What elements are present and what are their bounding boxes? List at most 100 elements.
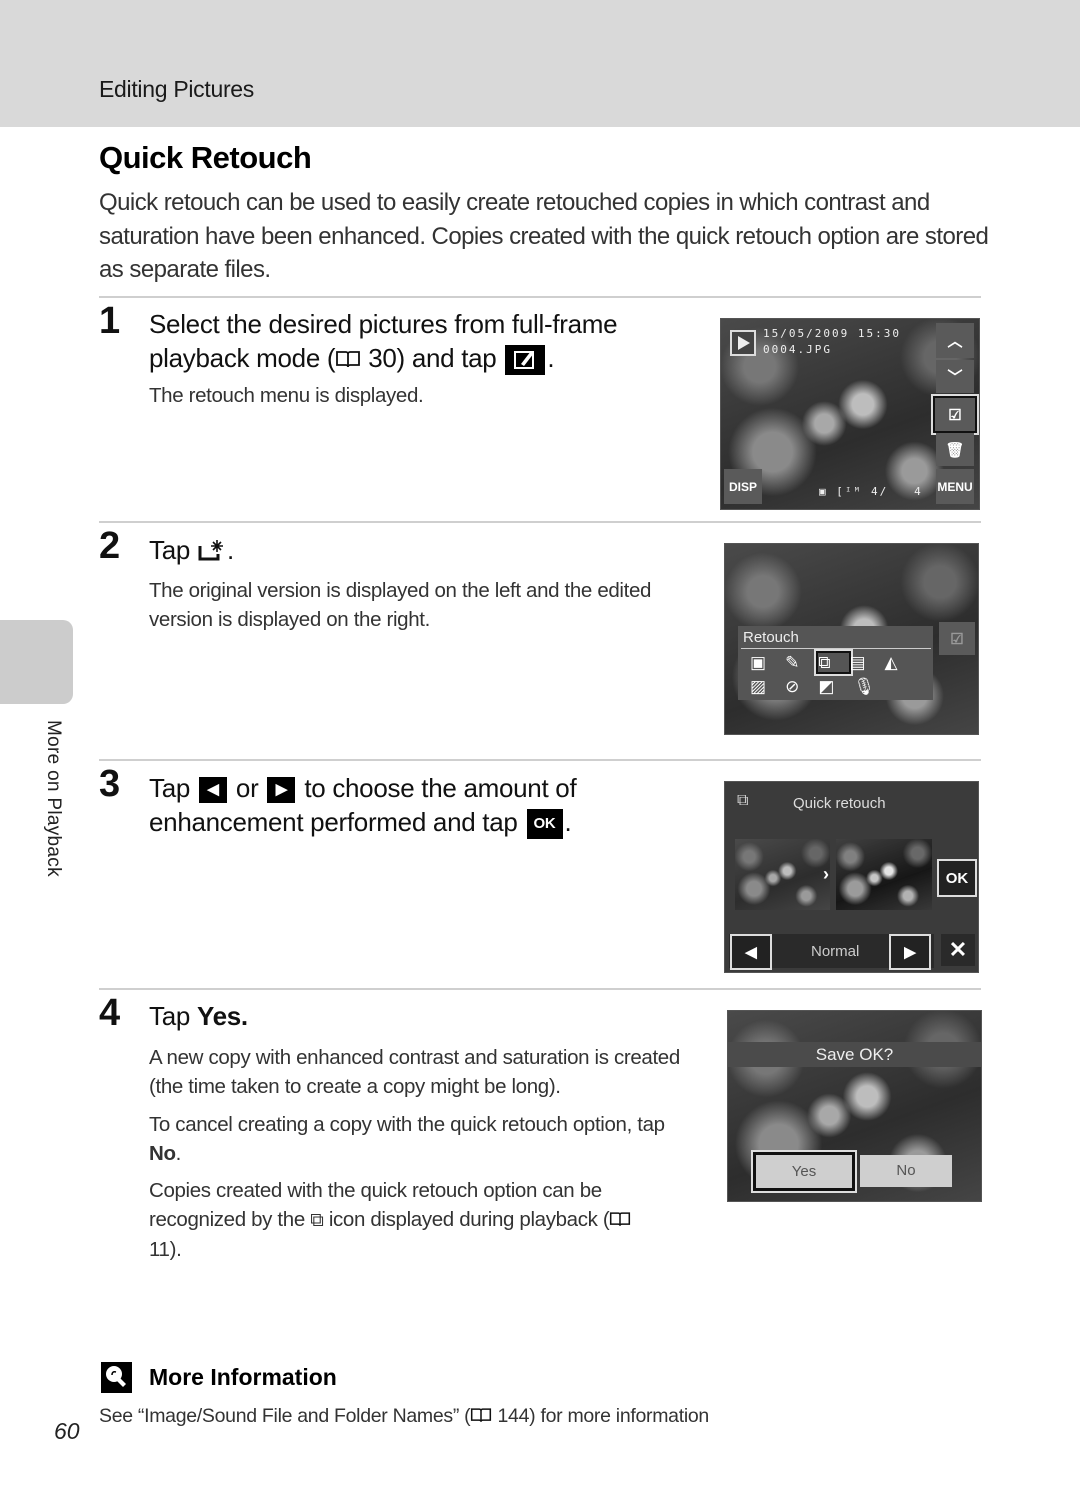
step-1-body: The retouch menu is displayed. — [149, 384, 424, 407]
side-tab-label: More on Playback — [43, 720, 64, 877]
step-4-number: 4 — [99, 992, 121, 1034]
body-text: ). — [169, 1238, 182, 1261]
right-arrow-icon: ▶ — [267, 777, 296, 804]
down-arrow-button[interactable]: ﹀ — [936, 360, 974, 393]
disp-button[interactable]: DISP — [724, 469, 762, 504]
more-info-title: More Information — [149, 1364, 337, 1390]
up-arrow-icon: ︿ — [947, 333, 963, 350]
step-2-body: The original version is displayed on the… — [149, 579, 652, 631]
close-button[interactable]: ✕ — [941, 934, 975, 966]
retouch-row-2: ▨⊘◩🎙 — [750, 677, 894, 697]
enhancement-level: Normal — [811, 943, 860, 960]
page-title: Quick Retouch — [99, 140, 312, 175]
increase-button[interactable]: ▶ — [889, 934, 931, 970]
quick-retouch-icon[interactable]: ⧉ — [816, 651, 852, 674]
crop-small-icon[interactable]: ◩ — [818, 677, 853, 696]
close-icon: ✕ — [948, 937, 968, 962]
step-1-number: 1 — [99, 300, 121, 342]
step-3-title: Tap ◀ or ▶ to choose the amount of enhan… — [149, 771, 689, 840]
book-reference-icon — [471, 1408, 492, 1422]
more-info-text-b: ) for more information — [529, 1405, 709, 1427]
step-3-title-or: or — [235, 773, 259, 803]
page-reference: 144 — [497, 1405, 530, 1427]
divider — [99, 988, 981, 990]
menu-button[interactable]: MENU — [936, 469, 974, 504]
up-arrow-button[interactable]: ︿ — [936, 323, 974, 358]
small-picture-icon[interactable]: ▤ — [849, 653, 884, 672]
yes-label: Yes — [196, 1001, 241, 1031]
no-label: No — [149, 1142, 176, 1165]
capture-date: 15/05/2009 15:30 — [763, 327, 901, 340]
book-reference-icon — [336, 351, 361, 368]
left-arrow-icon: ◀ — [745, 944, 757, 961]
yes-button[interactable]: Yes — [753, 1152, 855, 1191]
save-prompt: Save OK? — [728, 1042, 981, 1067]
step-2-number: 2 — [99, 525, 121, 567]
retouch-menu-title: Retouch — [743, 629, 799, 646]
step-1-title: Select the desired pictures from full-fr… — [149, 307, 689, 376]
step-4-title-text: Tap — [149, 1001, 191, 1031]
original-preview — [735, 839, 830, 910]
quick-retouch-icon — [198, 540, 223, 561]
save-confirm-screen: Save OK? Yes No — [727, 1010, 982, 1202]
right-arrow-icon: ▶ — [904, 944, 916, 961]
step-2-title: Tap . — [149, 533, 689, 567]
intro-paragraph: Quick retouch can be used to easily crea… — [99, 189, 989, 283]
retouch-tab-button[interactable]: ☑ — [939, 622, 975, 655]
more-info-text: See “Image/Sound File and Folder Names” … — [99, 1405, 709, 1428]
step-4-body-1: A new copy with enhanced contrast and sa… — [149, 1046, 680, 1098]
filter-icon[interactable]: ⊘ — [785, 677, 818, 696]
step-4-title: Tap Yes. — [149, 999, 689, 1033]
divider — [99, 521, 981, 523]
ok-icon: OK — [526, 809, 563, 840]
no-button[interactable]: No — [860, 1155, 952, 1187]
voice-memo-icon[interactable]: 🎙 — [853, 677, 894, 696]
playback-mode-icon — [730, 330, 756, 356]
divider — [99, 296, 981, 298]
step-4-title-end: . — [240, 1001, 248, 1031]
quick-retouch-screen: ⧉ Quick retouch › OK ◀ Normal ▶ ✕ — [724, 781, 979, 973]
retouch-icon: ☑ — [948, 406, 962, 424]
playback-screen: 15/05/2009 15:30 0004.JPG ︿ ﹀ ☑ 🗑 DISP M… — [720, 318, 980, 510]
delete-button[interactable]: 🗑 — [936, 433, 974, 466]
side-tab — [0, 620, 73, 704]
body-text: . — [175, 1142, 182, 1165]
retouch-menu-screen: Retouch ▣✎⧉▤◭ ▨⊘◩🎙 ☑ — [724, 543, 979, 735]
left-arrow-icon: ◀ — [198, 777, 227, 804]
page-reference: 30 — [368, 343, 397, 373]
ok-button[interactable]: OK — [937, 859, 977, 897]
book-reference-icon — [610, 1212, 631, 1226]
body-text: icon displayed during playback ( — [328, 1208, 610, 1231]
step-2-title-end: . — [226, 535, 234, 565]
quick-retouch-title: Quick retouch — [793, 795, 886, 812]
d-lighting-icon[interactable]: ▣ — [750, 653, 785, 672]
arrow-right-icon: › — [823, 864, 829, 884]
more-info-text-a: See “Image/Sound File and Folder Names” … — [99, 1405, 471, 1427]
frame-counter: 4/ 4 — [871, 485, 923, 498]
step-1-title-text-2: ) and tap — [396, 343, 497, 373]
lightbulb-icon — [101, 1362, 132, 1393]
crop-icon[interactable]: ◭ — [885, 653, 917, 672]
decrease-button[interactable]: ◀ — [730, 934, 772, 970]
page-number: 60 — [54, 1418, 80, 1444]
menu-divider — [741, 648, 931, 649]
quick-retouch-icon: ⧉ — [737, 792, 749, 809]
file-name: 0004.JPG — [763, 343, 832, 356]
step-4-body-2: To cancel creating a copy with the quick… — [149, 1110, 694, 1168]
delete-icon: 🗑 — [945, 441, 965, 459]
step-2-title-text: Tap — [149, 535, 191, 565]
retouch-icon: ☑ — [950, 630, 964, 648]
section-label: Editing Pictures — [99, 76, 254, 102]
paint-icon[interactable]: ✎ — [785, 653, 818, 672]
header-band — [0, 0, 1080, 127]
skin-softening-icon[interactable]: ▨ — [750, 677, 785, 696]
retouch-button[interactable]: ☑ — [933, 396, 977, 433]
step-3-number: 3 — [99, 763, 121, 805]
page-reference: 11 — [149, 1238, 170, 1261]
step-3-title-text: Tap — [149, 773, 191, 803]
image-quality-icon: ▣ [ᴵᴹ — [819, 485, 863, 498]
retouch-row-1: ▣✎⧉▤◭ — [750, 651, 917, 674]
down-arrow-icon: ﹀ — [947, 369, 963, 386]
step-4-body-3: Copies created with the quick retouch op… — [149, 1176, 669, 1264]
divider — [99, 759, 981, 761]
